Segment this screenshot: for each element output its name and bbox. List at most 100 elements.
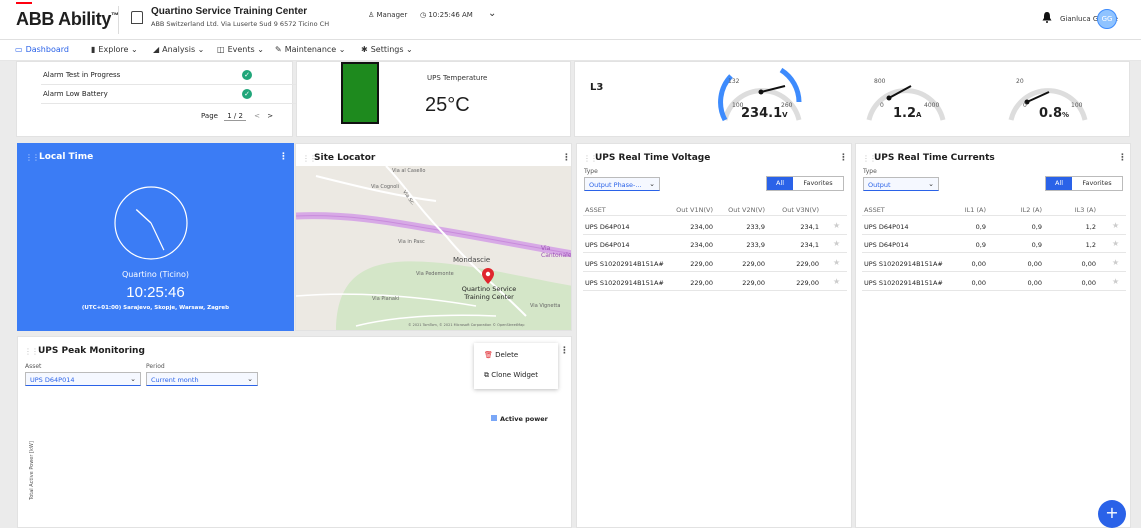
clock-digital: 10:25:46 [126,284,185,301]
star-icon[interactable]: ★ [1112,221,1119,230]
divider [118,6,119,34]
star-icon[interactable]: ★ [833,258,840,267]
filter-favorites-button[interactable]: Favorites [793,177,843,190]
brand-accent-bar [16,2,32,4]
alarm-widget: Alarm Test in Progress ✓ Alarm Low Batte… [16,61,297,137]
chevron-down-icon[interactable]: ⌄ [488,8,496,19]
phase-label: L3 [590,82,604,93]
map-place-label: Mondascie [453,256,491,264]
dashboard-icon: ▭ [15,45,23,54]
delete-menu-item[interactable]: 🗑 Delete [484,351,518,359]
type-select[interactable]: Output Phase-... ⌄ [584,177,660,191]
period-select[interactable]: Current month ⌄ [146,372,258,386]
star-icon[interactable]: ★ [833,221,840,230]
brand-logo[interactable]: ABB Ability™ [16,9,119,30]
chevron-down-icon: ⌄ [649,180,655,188]
check-icon: ✓ [242,70,252,80]
bell-icon[interactable] [1042,12,1052,23]
clock-city: Quartino (Ticino) [121,270,190,279]
drag-handle-icon[interactable]: ⋮⋮ [24,347,39,356]
more-options-icon[interactable]: ⋮ [562,153,571,163]
voltage-value: 234.1V [741,106,788,121]
widget-title: UPS Peak Monitoring [38,346,145,356]
next-page-icon[interactable]: > [267,112,273,120]
legend-swatch [491,415,497,421]
nav-dashboard[interactable]: ▭ Dashboard [15,45,69,54]
minute-hand [150,222,165,251]
currents-widget: ⋮⋮ UPS Real Time Currents ⋮ Type Output ⌄… [855,143,1131,528]
list-item: Alarm Test in Progress ✓ [41,67,297,85]
role-indicator: ♙ Manager [368,11,408,19]
site-address: ABB Switzerland Ltd. Via Luserte Sud 9 6… [151,20,330,28]
site-name[interactable]: Quartino Service Training Center [151,6,307,17]
site-locator-widget: ⋮⋮ Site Locator ⋮ Via al Casello Via Cog… [295,143,572,331]
widget-title: Local Time [39,152,94,162]
events-icon: ◫ [217,45,225,54]
widget-context-menu: 🗑 Delete ⧉ Clone Widget [474,343,558,389]
map-copyright: © 2021 TomTom, © 2021 Microsoft Corporat… [408,323,525,327]
filter-toggle: All Favorites [766,176,844,191]
copy-icon: ⧉ [484,371,489,379]
star-icon[interactable]: ★ [833,239,840,248]
more-options-icon[interactable]: ⋮ [1118,153,1127,163]
avatar[interactable]: GG [1097,9,1117,29]
person-icon: ♙ [368,11,377,19]
check-icon: ✓ [242,89,252,99]
explore-icon: ▮ [91,45,96,54]
nav-events[interactable]: ◫ Events ⌄ [217,45,264,54]
more-options-icon[interactable]: ⋮ [839,153,848,163]
more-options-icon[interactable]: ⋮ [279,152,288,162]
power-value: 0.8% [1039,106,1070,121]
nav-analysis[interactable]: ◢ Analysis ⌄ [153,45,204,54]
chevron-down-icon: ⌄ [928,180,934,188]
widget-title: UPS Real Time Voltage [595,153,711,163]
trash-icon: 🗑 [484,351,493,359]
widget-title: UPS Real Time Currents [874,153,995,163]
top-bar: ABB Ability™ Quartino Service Training C… [0,0,1141,40]
gear-icon: ✱ [361,45,368,54]
nav-maintenance[interactable]: ✎ Maintenance ⌄ [275,45,345,54]
wrench-icon: ✎ [275,45,282,54]
temperature-bar [341,62,379,124]
temperature-label: UPS Temperature [427,74,488,82]
chevron-down-icon: ⌄ [247,375,253,383]
add-widget-button[interactable]: + [1098,500,1126,528]
star-icon[interactable]: ★ [833,277,840,286]
building-icon [131,11,143,24]
temperature-widget: UPS Temperature 25°C [296,61,571,137]
chart-legend[interactable]: Active power [491,415,548,423]
drag-handle-icon[interactable]: ⋮⋮ [25,153,40,162]
current-value: 1.2A [893,106,922,121]
nav-explore[interactable]: ▮ Explore ⌄ [91,45,138,54]
clone-widget-menu-item[interactable]: ⧉ Clone Widget [484,371,538,380]
star-icon[interactable]: ★ [1112,239,1119,248]
filter-all-button[interactable]: All [767,177,793,190]
map-marker-label: Quartino Service Training Center [461,285,517,301]
analog-clock [114,186,188,260]
page-input[interactable]: 1 / 2 [224,112,246,121]
hour-hand [135,208,152,224]
filter-toggle: All Favorites [1045,176,1123,191]
y-axis-label: Total Active Power [kW] [29,441,35,500]
widget-title: Site Locator [314,153,376,163]
star-icon[interactable]: ★ [1112,277,1119,286]
nav-settings[interactable]: ✱ Settings ⌄ [361,45,413,54]
filter-all-button[interactable]: All [1046,177,1072,190]
chevron-down-icon: ⌄ [130,375,136,383]
asset-select[interactable]: UPS D64P014 ⌄ [25,372,141,386]
more-options-icon[interactable]: ⋮ [560,346,569,356]
filter-favorites-button[interactable]: Favorites [1072,177,1122,190]
list-item: Alarm Low Battery ✓ [41,86,297,104]
prev-page-icon[interactable]: < [254,112,260,120]
voltage-widget: ⋮⋮ UPS Real Time Voltage ⋮ Type Output P… [576,143,852,528]
main-nav: ▭ Dashboard ▮ Explore ⌄ ◢ Analysis ⌄ ◫ Event… [0,40,1141,61]
local-time-widget: ⋮⋮ Local Time ⋮ Quartino (Ticino) 10:25:… [17,143,294,331]
temperature-value: 25°C [425,94,470,116]
type-select[interactable]: Output ⌄ [863,177,939,191]
clock-timezone: (UTC+01:00) Sarajevo, Skopje, Warsaw, Za… [81,305,230,311]
star-icon[interactable]: ★ [1112,258,1119,267]
map-pin-icon[interactable] [482,268,494,284]
pagination: Page 1 / 2 < > [201,112,274,121]
analysis-icon: ◢ [153,45,160,54]
clock-indicator: ◷ 10:25:46 AM [420,11,473,19]
